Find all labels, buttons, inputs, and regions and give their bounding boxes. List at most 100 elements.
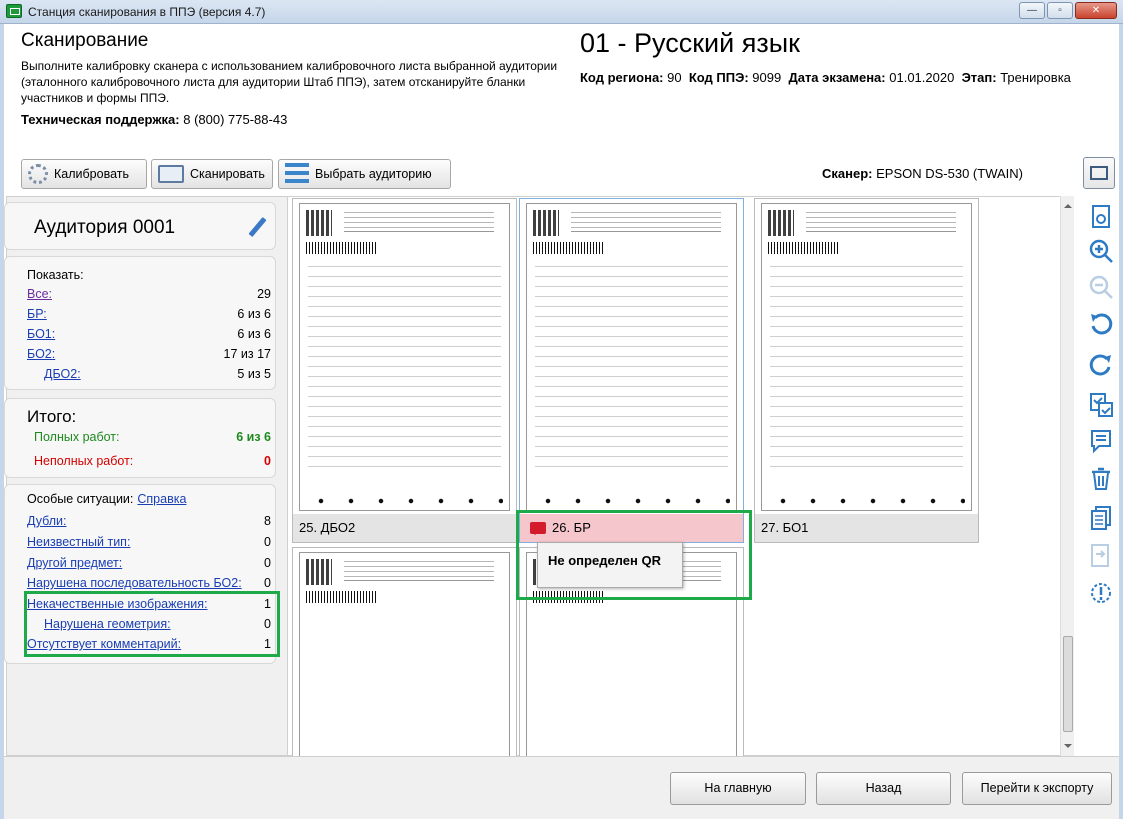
zoom-in-icon[interactable] [1086, 236, 1114, 264]
date-label: Дата экзамена: [788, 70, 886, 85]
filter-bo1-value: 6 из 6 [237, 327, 271, 341]
back-button[interactable]: Назад [816, 772, 951, 805]
sheet-header-image [571, 212, 721, 232]
view-document-icon[interactable] [1086, 202, 1114, 230]
scanner-icon [158, 165, 184, 183]
filter-bo2-link[interactable]: БО2: [27, 347, 55, 361]
scrollbar-thumb[interactable] [1063, 636, 1073, 732]
filter-row: Все: 29 [27, 287, 271, 301]
home-button[interactable]: На главную [670, 772, 806, 805]
special-row: Другой предмет: 0 [27, 556, 271, 570]
duplicates-value: 8 [264, 514, 271, 528]
subject-title: 01 - Русский язык [580, 28, 800, 58]
sheet-lines [770, 266, 963, 470]
trash-icon[interactable] [1086, 464, 1114, 492]
sheet-header-image [344, 212, 494, 232]
calibrate-button[interactable]: Калибровать [21, 159, 147, 189]
barcode-icon [533, 242, 603, 254]
sheet-markers [768, 498, 965, 504]
unknown-type-link[interactable]: Неизвестный тип: [27, 535, 130, 549]
other-subject-value: 0 [264, 556, 271, 570]
bottom-bar [4, 756, 1119, 819]
scroll-up-icon[interactable] [1064, 200, 1072, 208]
scan-label: Сканировать [190, 167, 265, 181]
export-button[interactable]: Перейти к экспорту [962, 772, 1112, 805]
filter-row: БР: 6 из 6 [27, 307, 271, 321]
unknown-type-value: 0 [264, 535, 271, 549]
window-controls: — ▫ ✕ [1019, 2, 1117, 19]
scroll-down-icon[interactable] [1064, 744, 1072, 752]
thumbnail-card[interactable] [292, 547, 517, 757]
filter-row: БО1: 6 из 6 [27, 327, 271, 341]
show-label: Показать: [27, 268, 84, 282]
page-description: Выполните калибровку сканера с использов… [21, 59, 558, 105]
other-subject-link[interactable]: Другой предмет: [27, 556, 122, 570]
ppe-label: Код ППЭ: [688, 70, 749, 85]
special-row: Нарушена последовательность БО2: 0 [27, 576, 271, 590]
filter-br-link[interactable]: БР: [27, 307, 47, 321]
filter-row: БО2: 17 из 17 [27, 347, 271, 361]
highlight-box [24, 591, 280, 657]
stage-label: Этап: [961, 70, 997, 85]
filter-row: ДБО2: 5 из 5 [44, 367, 271, 381]
thumbnail-card[interactable]: 25. ДБО2 [292, 198, 517, 543]
incomplete-works-label: Неполных работ: [34, 454, 134, 468]
full-works-row: Полных работ: 6 из 6 [34, 430, 271, 444]
support-label: Техническая поддержка: [21, 112, 180, 127]
close-button[interactable]: ✕ [1075, 2, 1117, 19]
bo2-sequence-link[interactable]: Нарушена последовательность БО2: [27, 576, 242, 590]
zoom-out-icon [1086, 272, 1114, 300]
page-title: Сканирование [21, 30, 149, 51]
scanner-settings-button[interactable] [1083, 157, 1115, 189]
thumbnail-caption: 27. БО1 [755, 514, 978, 542]
thumbnail-caption: 25. ДБО2 [293, 514, 516, 542]
stage-value: Тренировка [1000, 70, 1071, 85]
window-title: Станция сканирования в ППЭ (версия 4.7) [28, 5, 266, 19]
scan-button[interactable]: Сканировать [151, 159, 273, 189]
highlight-box [516, 510, 752, 600]
sheet-lines [535, 266, 728, 470]
minimize-button[interactable]: — [1019, 2, 1045, 19]
rotate-left-icon[interactable] [1086, 309, 1114, 337]
special-header: Особые ситуации: Справка [27, 492, 271, 506]
window-frame-right [1119, 24, 1123, 819]
thumbnail-card[interactable]: 26. БР [519, 198, 744, 543]
special-row: Дубли: 8 [27, 514, 271, 528]
thumbnail-card[interactable]: 27. БО1 [754, 198, 979, 543]
sheet-lines [308, 266, 501, 470]
app-icon [6, 4, 22, 18]
sheet-markers [306, 498, 503, 504]
qr-code-icon [768, 210, 794, 236]
sheet-header-image [344, 561, 494, 581]
comment-icon[interactable] [1086, 426, 1114, 454]
scanner-icon [1090, 166, 1108, 180]
filter-all-value: 29 [257, 287, 271, 301]
title-bar: Станция сканирования в ППЭ (версия 4.7) … [0, 0, 1123, 24]
incomplete-works-row: Неполных работ: 0 [34, 454, 271, 468]
rotate-right-icon[interactable] [1086, 350, 1114, 378]
exam-info: Код региона: 90 Код ППЭ: 9099 Дата экзам… [580, 70, 1071, 85]
sheet-image [299, 552, 510, 757]
filter-all-link[interactable]: Все: [27, 287, 52, 301]
copy-pages-icon[interactable] [1086, 503, 1114, 531]
room-title: Аудитория 0001 [34, 217, 176, 238]
totals-title: Итого: [27, 407, 77, 426]
checklist-icon[interactable] [1086, 390, 1114, 418]
help-link[interactable]: Справка [137, 492, 186, 506]
filter-dbo2-link[interactable]: ДБО2: [44, 367, 81, 381]
pencil-icon[interactable] [248, 218, 266, 236]
choose-room-button[interactable]: Выбрать аудиторию [278, 159, 451, 189]
sheet-image [299, 203, 510, 511]
duplicates-link[interactable]: Дубли: [27, 514, 66, 528]
show-label-row: Показать: [27, 268, 271, 282]
special-label: Особые ситуации: [27, 492, 134, 506]
filter-bo1-link[interactable]: БО1: [27, 327, 55, 341]
gear-icon [28, 164, 48, 184]
maximize-button[interactable]: ▫ [1047, 2, 1073, 19]
list-icon [285, 163, 309, 185]
vertical-scrollbar[interactable] [1060, 196, 1074, 756]
barcode-icon [768, 242, 838, 254]
alert-icon[interactable] [1086, 577, 1114, 605]
filter-dbo2-value: 5 из 5 [237, 367, 271, 381]
date-value: 01.01.2020 [889, 70, 955, 85]
